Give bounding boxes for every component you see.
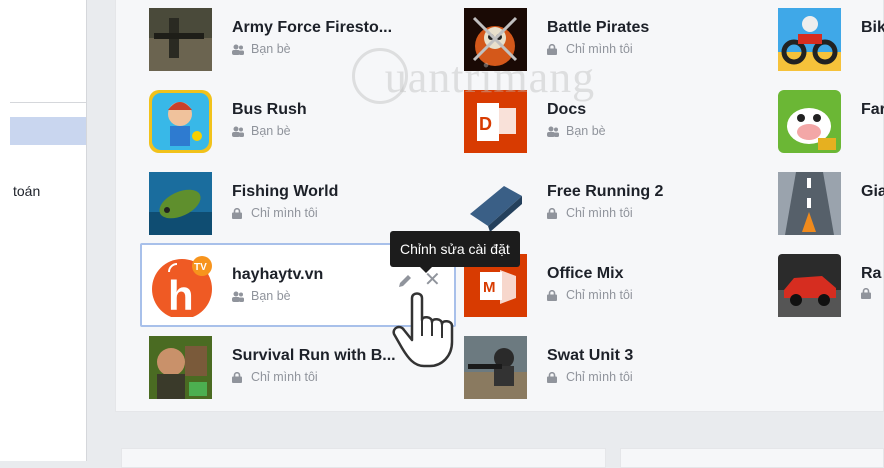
swat-unit-icon (464, 336, 527, 399)
svg-text:TV: TV (194, 262, 207, 273)
app-privacy[interactable] (861, 288, 880, 299)
hayhaytv-icon: h TV (149, 254, 212, 317)
lock-icon (547, 289, 559, 301)
app-name[interactable]: Army Force Firesto... (232, 19, 392, 37)
app-name[interactable]: Swat Unit 3 (547, 347, 633, 365)
lock-icon (232, 371, 244, 383)
app-privacy-label: Chỉ mình tôi (566, 370, 633, 384)
friends-icon (547, 126, 559, 137)
svg-text:h: h (168, 272, 194, 317)
road-game-icon (778, 172, 841, 235)
app-item[interactable]: Far (744, 82, 884, 154)
app-name[interactable]: Bik (861, 19, 884, 37)
bike-game-icon (778, 8, 841, 71)
lock-icon (232, 207, 244, 219)
friends-icon (232, 126, 244, 137)
app-privacy[interactable]: Chỉ mình tôi (547, 370, 633, 384)
hand-cursor-icon (390, 290, 470, 375)
app-name[interactable]: Bus Rush (232, 101, 307, 119)
app-item[interactable]: Bik (744, 0, 884, 72)
army-force-icon (149, 8, 212, 71)
app-item[interactable]: Gia (744, 164, 884, 236)
sidebar-item-label[interactable]: toán (13, 183, 40, 199)
app-privacy[interactable]: Chỉ mình tôi (232, 370, 318, 384)
friends-icon (232, 291, 244, 302)
app-name[interactable]: Battle Pirates (547, 19, 649, 37)
svg-text:M: M (483, 279, 496, 296)
lock-icon (861, 288, 873, 299)
app-name[interactable]: Docs (547, 101, 586, 119)
edit-settings-tooltip: Chỉnh sửa cài đặt (390, 231, 520, 273)
lock-icon (547, 371, 559, 383)
bus-rush-icon (149, 90, 212, 153)
app-item[interactable]: Free Running 2 Chỉ mình tôi (430, 164, 730, 236)
watermark-label: uantrimang (384, 53, 596, 102)
app-privacy-label: Bạn bè (251, 289, 291, 303)
app-name[interactable]: Survival Run with B... (232, 347, 396, 365)
app-privacy-label: Chỉ mình tôi (566, 206, 633, 220)
app-privacy[interactable]: Bạn bè (232, 124, 291, 138)
racing-game-icon (778, 254, 841, 317)
free-running-icon (464, 172, 527, 235)
app-item[interactable]: Fishing World Chỉ mình tôi (115, 164, 415, 236)
app-privacy[interactable]: Chỉ mình tôi (547, 206, 633, 220)
app-privacy[interactable]: Bạn bè (232, 42, 291, 56)
app-privacy-label: Chỉ mình tôi (251, 206, 318, 220)
app-privacy-label: Bạn bè (251, 42, 291, 56)
app-name[interactable]: hayhaytv.vn (232, 266, 323, 284)
sidebar-divider (10, 102, 86, 103)
left-sidebar: toán (0, 0, 87, 461)
app-privacy-label: Chỉ mình tôi (251, 370, 318, 384)
app-privacy[interactable]: Bạn bè (547, 124, 606, 138)
app-privacy[interactable]: Chỉ mình tôi (232, 206, 318, 220)
app-privacy-label: Bạn bè (566, 124, 606, 138)
app-name[interactable]: Office Mix (547, 265, 623, 283)
app-privacy[interactable]: Chỉ mình tôi (547, 288, 633, 302)
lock-icon (547, 207, 559, 219)
bottom-card-right (620, 448, 884, 468)
svg-text:D: D (479, 114, 492, 134)
app-name[interactable]: Gia (861, 183, 884, 201)
app-name[interactable]: Free Running 2 (547, 183, 663, 201)
sidebar-selected-item[interactable] (10, 117, 86, 145)
survival-run-icon (149, 336, 212, 399)
fishing-world-icon (149, 172, 212, 235)
watermark-text: Quantrimang (352, 52, 595, 103)
app-item[interactable]: Survival Run with B... Chỉ mình tôi (115, 328, 415, 400)
farm-game-icon (778, 90, 841, 153)
app-name[interactable]: Fishing World (232, 183, 338, 201)
app-privacy-label: Chỉ mình tôi (566, 288, 633, 302)
bottom-card-left (121, 448, 606, 468)
app-name[interactable]: Ra (861, 265, 881, 283)
app-item[interactable]: Swat Unit 3 Chỉ mình tôi (430, 328, 730, 400)
friends-icon (232, 44, 244, 55)
app-item[interactable]: Ra (744, 246, 884, 318)
app-name[interactable]: Far (861, 101, 884, 119)
app-privacy[interactable]: Bạn bè (232, 289, 291, 303)
app-privacy-label: Bạn bè (251, 124, 291, 138)
